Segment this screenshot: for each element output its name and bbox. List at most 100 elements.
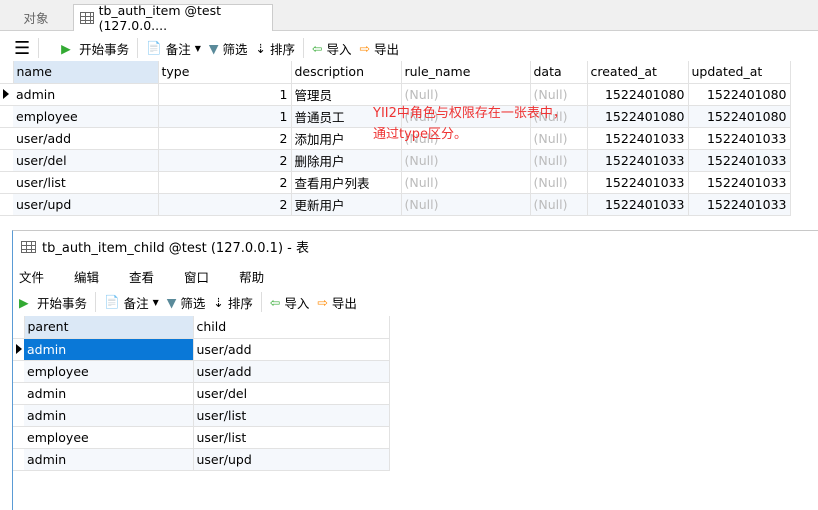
table-cell[interactable]: user/list: [193, 404, 390, 427]
row-marker[interactable]: [13, 404, 24, 427]
table-cell[interactable]: 管理员: [291, 83, 402, 106]
table-cell[interactable]: 2: [158, 171, 292, 194]
column-header-data[interactable]: data: [530, 61, 588, 84]
table-cell[interactable]: 1522401033: [587, 127, 689, 150]
table-cell[interactable]: 1522401080: [688, 83, 791, 106]
table-row[interactable]: user/upd 2 更新用户 (Null) (Null) 1522401033 15224…: [0, 193, 791, 216]
table-cell[interactable]: (Null): [401, 171, 531, 194]
begin-transaction-button[interactable]: ▶ 开始事务: [15, 293, 91, 312]
column-header-parent[interactable]: parent: [24, 316, 194, 339]
table-cell[interactable]: 1522401080: [688, 105, 791, 128]
column-header-description[interactable]: description: [291, 61, 402, 84]
row-marker[interactable]: [0, 83, 13, 106]
table-cell[interactable]: employee: [24, 426, 194, 449]
note-button[interactable]: 📄 备注 ▼: [100, 293, 163, 312]
row-marker[interactable]: [13, 338, 24, 361]
table-cell[interactable]: (Null): [530, 83, 588, 106]
sort-button[interactable]: ⇣ 排序: [209, 293, 257, 312]
menu-help[interactable]: 帮助: [239, 267, 264, 286]
table-cell[interactable]: admin: [13, 83, 159, 106]
table-cell[interactable]: 1: [158, 105, 292, 128]
row-marker[interactable]: [0, 193, 13, 216]
menu-edit[interactable]: 编辑: [74, 267, 99, 286]
table-row[interactable]: employee user/add: [13, 360, 390, 383]
chevron-down-icon[interactable]: ▼: [195, 44, 201, 53]
table-cell[interactable]: 1: [158, 83, 292, 106]
row-marker[interactable]: [13, 382, 24, 405]
column-header-child[interactable]: child: [193, 316, 390, 339]
table-cell[interactable]: 2: [158, 127, 292, 150]
menu-file[interactable]: 文件: [19, 267, 44, 286]
table-cell[interactable]: 1522401033: [587, 171, 689, 194]
table-cell[interactable]: user/add: [193, 360, 390, 383]
table-cell[interactable]: user/upd: [13, 193, 159, 216]
table-cell[interactable]: 删除用户: [291, 149, 402, 172]
table-cell[interactable]: admin: [24, 382, 194, 405]
table-row[interactable]: employee user/list: [13, 426, 390, 449]
table-cell[interactable]: admin: [24, 448, 194, 471]
note-button[interactable]: 📄 备注 ▼: [142, 39, 205, 58]
table-cell[interactable]: (Null): [401, 83, 531, 106]
table-row[interactable]: admin user/del: [13, 382, 390, 405]
sort-button[interactable]: ⇣ 排序: [252, 39, 300, 58]
row-marker[interactable]: [0, 149, 13, 172]
table-row[interactable]: admin user/add: [13, 338, 390, 361]
table-cell[interactable]: user/upd: [193, 448, 390, 471]
table-cell[interactable]: (Null): [530, 193, 588, 216]
table-cell[interactable]: 查看用户列表: [291, 171, 402, 194]
row-marker[interactable]: [13, 448, 24, 471]
table-cell[interactable]: (Null): [401, 149, 531, 172]
table-row[interactable]: admin user/upd: [13, 448, 390, 471]
column-header-created-at[interactable]: created_at: [587, 61, 689, 84]
table-cell[interactable]: 1522401033: [688, 193, 791, 216]
row-marker[interactable]: [13, 426, 24, 449]
table-cell[interactable]: 1522401033: [688, 149, 791, 172]
table-cell[interactable]: user/add: [13, 127, 159, 150]
table-cell[interactable]: admin: [24, 338, 194, 361]
export-button[interactable]: ⇨ 导出: [313, 293, 361, 312]
table-cell[interactable]: 2: [158, 149, 292, 172]
row-marker[interactable]: [0, 171, 13, 194]
column-header-updated-at[interactable]: updated_at: [688, 61, 791, 84]
tab-objects[interactable]: 对象: [0, 4, 72, 31]
table-cell[interactable]: 1522401033: [688, 127, 791, 150]
table-cell[interactable]: user/del: [13, 149, 159, 172]
table-row[interactable]: user/list 2 查看用户列表 (Null) (Null) 1522401033 15…: [0, 171, 791, 194]
table-cell[interactable]: 1522401080: [587, 105, 689, 128]
table-row[interactable]: admin 1 管理员 (Null) (Null) 1522401080 152240108…: [0, 83, 791, 106]
table-cell[interactable]: 更新用户: [291, 193, 402, 216]
table-cell[interactable]: 1522401033: [587, 193, 689, 216]
table-cell[interactable]: 1522401080: [587, 83, 689, 106]
menu-button[interactable]: ☰: [10, 38, 34, 59]
filter-button[interactable]: ▼ 筛选: [163, 293, 210, 312]
tab-tb-auth-item[interactable]: tb_auth_item @test (127.0.0....: [73, 3, 273, 33]
table-cell[interactable]: admin: [24, 404, 194, 427]
import-button[interactable]: ⇦ 导入: [266, 293, 314, 312]
table-cell[interactable]: user/list: [13, 171, 159, 194]
table-row[interactable]: admin user/list: [13, 404, 390, 427]
menu-window[interactable]: 窗口: [184, 267, 209, 286]
table-cell[interactable]: (Null): [530, 149, 588, 172]
row-marker[interactable]: [0, 105, 13, 128]
column-header-name[interactable]: name: [13, 61, 159, 84]
table-cell[interactable]: (Null): [401, 193, 531, 216]
table-cell[interactable]: 2: [158, 193, 292, 216]
table-cell[interactable]: 1522401033: [688, 171, 791, 194]
import-button[interactable]: ⇦ 导入: [308, 39, 356, 58]
table-cell[interactable]: user/list: [193, 426, 390, 449]
column-header-rule-name[interactable]: rule_name: [401, 61, 531, 84]
chevron-down-icon[interactable]: ▼: [153, 298, 159, 307]
filter-button[interactable]: ▼ 筛选: [205, 39, 252, 58]
table-cell[interactable]: user/del: [193, 382, 390, 405]
table-row[interactable]: user/del 2 删除用户 (Null) (Null) 1522401033 15224…: [0, 149, 791, 172]
table-cell[interactable]: employee: [24, 360, 194, 383]
column-header-type[interactable]: type: [158, 61, 292, 84]
table-cell[interactable]: 1522401033: [587, 149, 689, 172]
begin-transaction-button[interactable]: ▶ 开始事务: [57, 39, 133, 58]
export-button[interactable]: ⇨ 导出: [356, 39, 404, 58]
row-marker[interactable]: [13, 360, 24, 383]
row-marker[interactable]: [0, 127, 13, 150]
table-cell[interactable]: user/add: [193, 338, 390, 361]
table-cell[interactable]: (Null): [530, 171, 588, 194]
menu-view[interactable]: 查看: [129, 267, 154, 286]
